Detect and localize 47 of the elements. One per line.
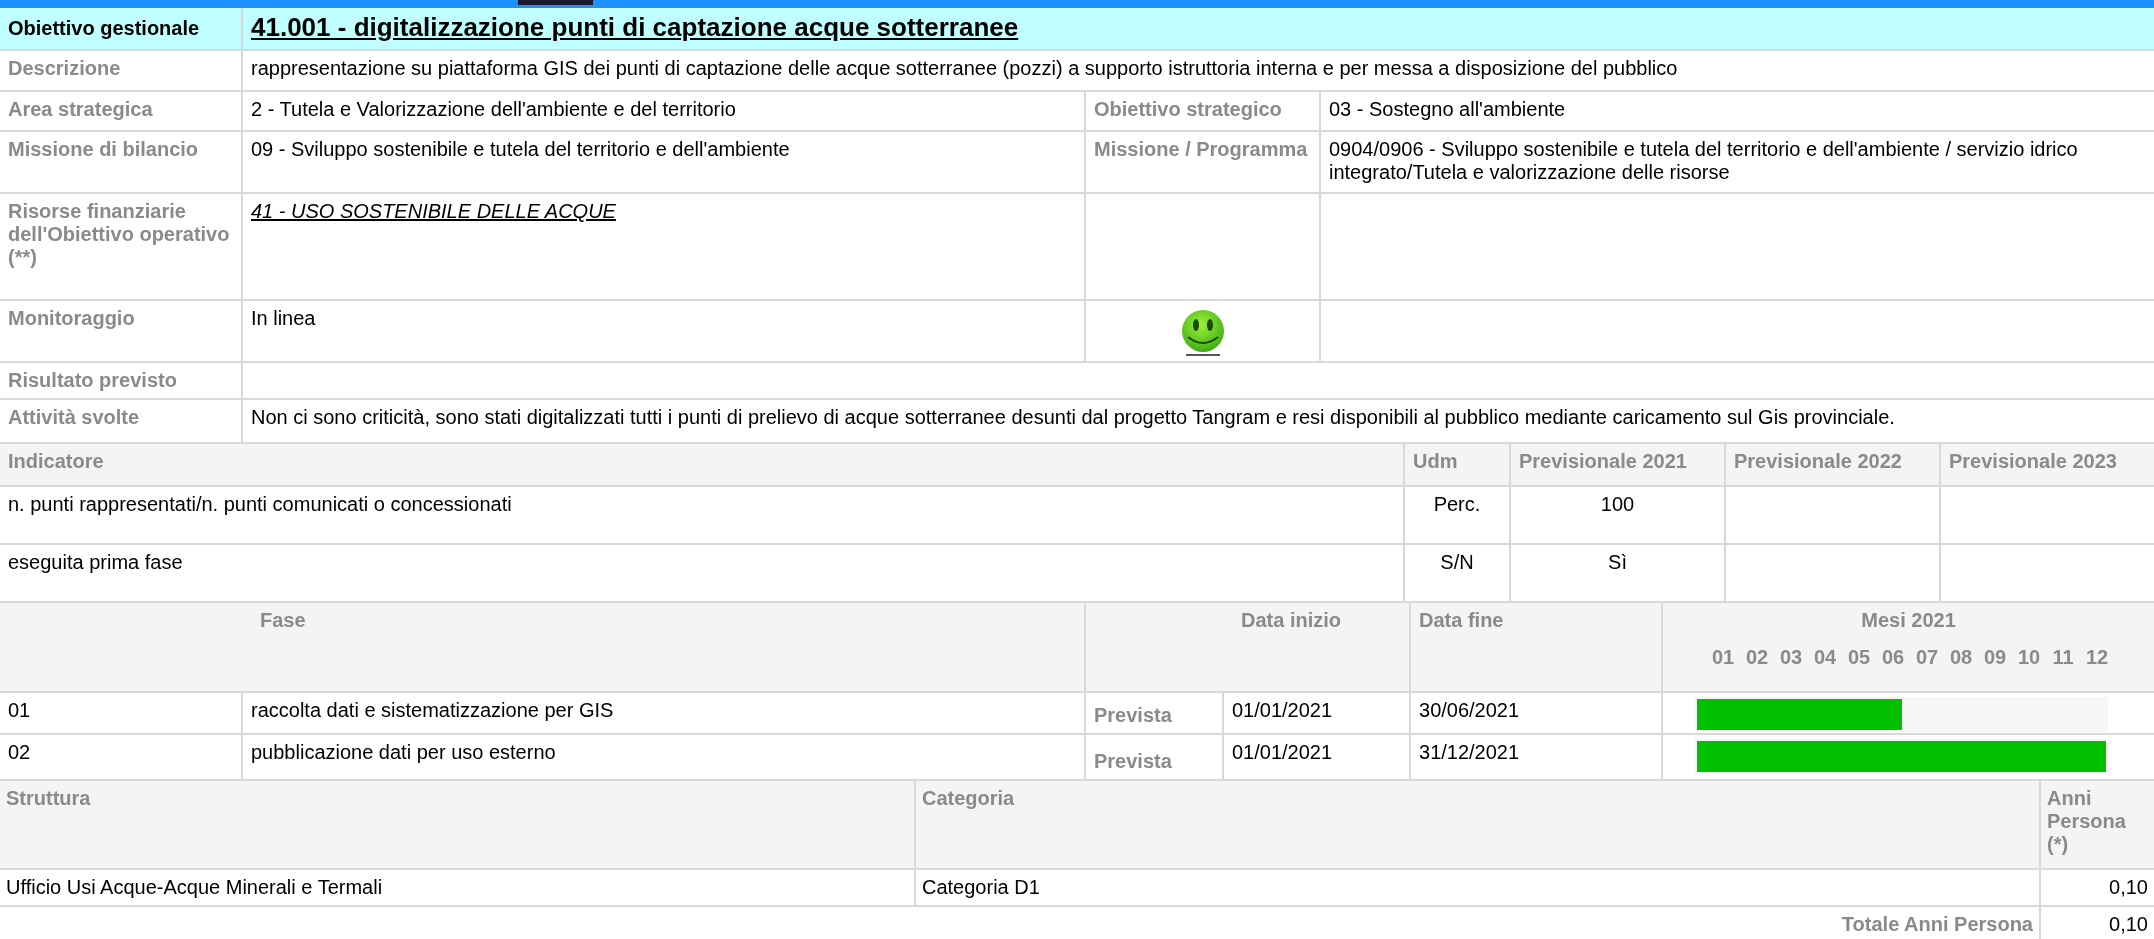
table-cell: Perc. xyxy=(1404,486,1510,544)
month-label: 01 xyxy=(1710,646,1736,669)
table-cell: 100 xyxy=(1510,486,1725,544)
field-label: Missione di bilancio xyxy=(0,131,242,193)
column-header: Indicatore xyxy=(0,444,1404,486)
month-label: 04 xyxy=(1812,646,1838,669)
month-label: 08 xyxy=(1948,646,1974,669)
month-label: 10 xyxy=(2016,646,2042,669)
column-header: Data inizio xyxy=(1085,603,1410,692)
table-cell: 01 xyxy=(0,692,242,734)
field-value: 09 - Sviluppo sostenibile e tutela del territorio e dell'ambiente xyxy=(242,131,1085,193)
month-label: 07 xyxy=(1914,646,1940,669)
table-cell: Ufficio Usi Acque-Acque Minerali e Termali xyxy=(0,869,915,906)
field-label: Risultato previsto xyxy=(0,362,242,399)
field-label: Risorse finanziarie dell'Obiettivo operativo (**) xyxy=(0,193,242,300)
phase-type: Prevista xyxy=(1085,692,1223,734)
table-cell: Categoria D1 xyxy=(915,869,2040,906)
field-label: Area strategica xyxy=(0,91,242,131)
month-label: 12 xyxy=(2084,646,2110,669)
field-value: In linea xyxy=(242,300,1085,362)
table-cell: n. punti rappresentati/n. punti comunicati o concessionati xyxy=(0,486,1404,544)
table-cell: raccolta dati e sistematizzazione per GIS xyxy=(242,692,1085,734)
field-value: 2 - Tutela e Valorizzazione dell'ambiente e del territorio xyxy=(242,91,1085,131)
column-header: Categoria xyxy=(915,781,2040,869)
column-header: Data fine xyxy=(1410,603,1662,692)
month-label: 03 xyxy=(1778,646,1804,669)
column-header: Struttura xyxy=(0,781,915,869)
field-label: Monitoraggio xyxy=(0,300,242,362)
months-title: Mesi 2021 xyxy=(1860,609,1957,632)
field-label: Obiettivo strategico xyxy=(1085,91,1320,131)
table-cell: 30/06/2021 xyxy=(1410,692,1662,734)
month-label: 06 xyxy=(1880,646,1906,669)
objective-label: Obiettivo gestionale xyxy=(0,8,242,50)
column-header: Fase xyxy=(0,603,1085,692)
column-header: Previsionale 2023 xyxy=(1940,444,2154,486)
month-label: 02 xyxy=(1744,646,1770,669)
month-label: 05 xyxy=(1846,646,1872,669)
column-header: Previsionale 2022 xyxy=(1725,444,1940,486)
column-header: Previsionale 2021 xyxy=(1510,444,1725,486)
table-cell: 01/01/2021 xyxy=(1223,692,1410,734)
resource-link[interactable]: 41 - USO SOSTENIBILE DELLE ACQUE xyxy=(251,200,616,222)
column-header: Udm xyxy=(1404,444,1510,486)
field-label: Descrizione xyxy=(0,50,242,91)
month-label: 09 xyxy=(1982,646,2008,669)
month-label: 11 xyxy=(2051,646,2075,669)
field-label: Missione / Programma xyxy=(1085,131,1320,193)
column-header: Anni Persona (*) xyxy=(2040,781,2154,869)
